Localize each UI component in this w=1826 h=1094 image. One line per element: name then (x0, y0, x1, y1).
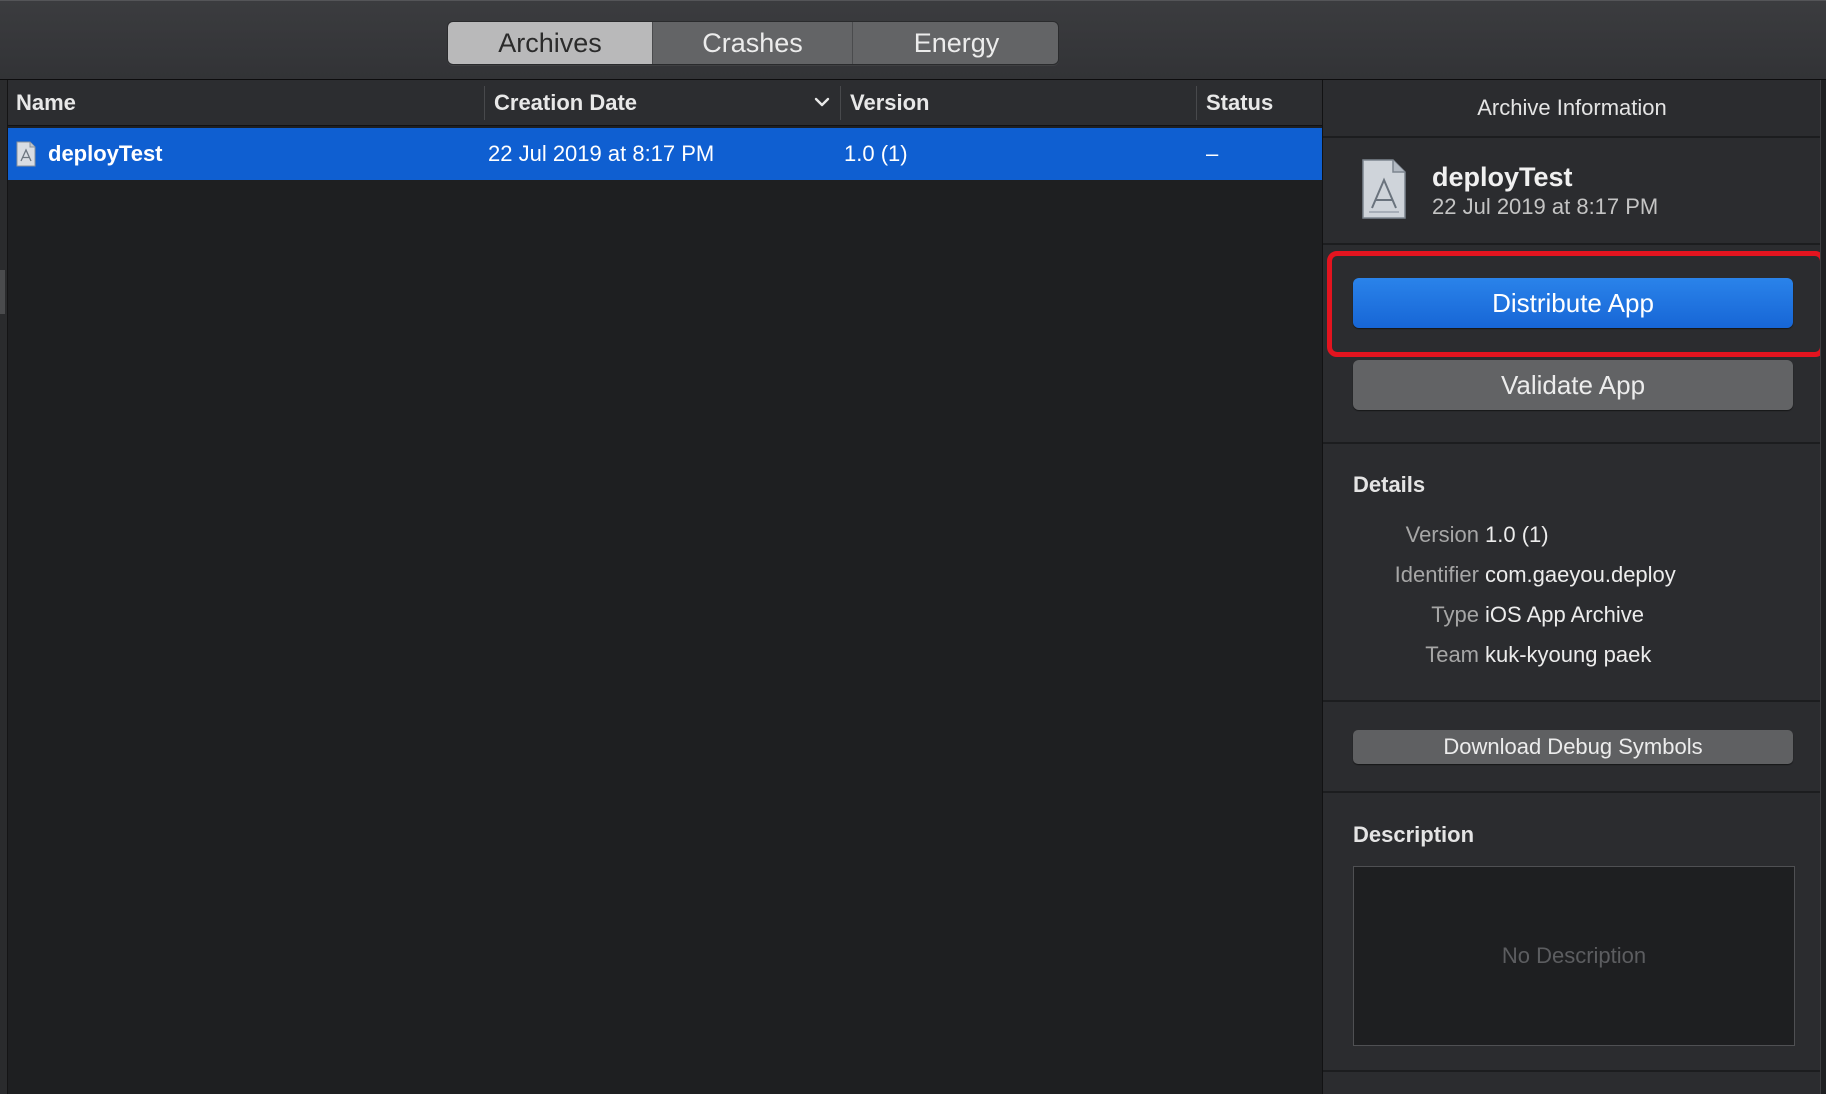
row-version: 1.0 (1) (844, 141, 908, 166)
column-divider[interactable] (1196, 86, 1197, 120)
download-debug-symbols-button[interactable]: Download Debug Symbols (1353, 730, 1793, 764)
tab-crashes[interactable]: Crashes (653, 22, 853, 64)
toolbar: Archives Crashes Energy (0, 0, 1826, 80)
row-name: deployTest (48, 141, 163, 166)
column-divider[interactable] (840, 86, 841, 120)
divider (1323, 791, 1821, 793)
column-divider[interactable] (484, 86, 485, 120)
tab-archives[interactable]: Archives (448, 22, 653, 64)
details-heading: Details (1353, 472, 1426, 497)
column-header-creation-date[interactable]: Creation Date (494, 80, 637, 126)
description-textarea[interactable]: No Description (1353, 866, 1795, 1046)
column-headers: Name Creation Date Version Status (8, 80, 1322, 126)
column-header-name[interactable]: Name (16, 80, 76, 126)
description-heading: Description (1353, 822, 1475, 847)
archive-date: 22 Jul 2019 at 8:17 PM (1432, 194, 1659, 219)
app-archive-doc-icon (1362, 159, 1406, 219)
archive-name: deployTest (1432, 162, 1573, 192)
archive-information-panel: Archive Information deployTest 22 Jul 20… (1322, 80, 1826, 1094)
divider (1323, 442, 1821, 444)
description-placeholder: No Description (1501, 943, 1647, 968)
annotation-highlight-box (1327, 251, 1825, 357)
detail-label-version: Version (1405, 522, 1479, 547)
row-status: – (1206, 141, 1219, 166)
divider (1323, 700, 1821, 702)
table-row[interactable]: deployTest 22 Jul 2019 at 8:17 PM 1.0 (1… (8, 128, 1322, 180)
organizer-window: Archives Crashes Energy Name Creation Da… (0, 0, 1826, 1094)
detail-label-type: Type (1431, 602, 1479, 627)
sort-chevron-down-icon[interactable] (812, 94, 832, 112)
detail-value-identifier: com.gaeyou.deploy (1485, 562, 1676, 587)
tab-energy[interactable]: Energy (853, 22, 1058, 64)
divider (1323, 243, 1821, 245)
panel-title: Archive Information (1477, 95, 1667, 120)
right-window-edge (1820, 80, 1826, 1094)
organizer-tab-control: Archives Crashes Energy (447, 21, 1059, 65)
column-header-status[interactable]: Status (1206, 80, 1273, 126)
divider (1323, 1070, 1821, 1072)
detail-value-team: kuk-kyoung paek (1485, 642, 1652, 667)
detail-value-type: iOS App Archive (1485, 602, 1644, 627)
column-header-version[interactable]: Version (850, 80, 929, 126)
left-pane-edge (0, 80, 8, 1094)
left-pane-edge-marker (0, 270, 5, 314)
app-archive-doc-icon (16, 141, 36, 167)
validate-app-button[interactable]: Validate App (1353, 360, 1793, 410)
detail-label-identifier: Identifier (1394, 562, 1479, 587)
divider (1323, 136, 1821, 138)
detail-label-team: Team (1425, 642, 1479, 667)
row-creation-date: 22 Jul 2019 at 8:17 PM (488, 141, 715, 166)
archive-list: Name Creation Date Version Status deploy… (0, 80, 1322, 1094)
detail-value-version: 1.0 (1) (1485, 522, 1549, 547)
